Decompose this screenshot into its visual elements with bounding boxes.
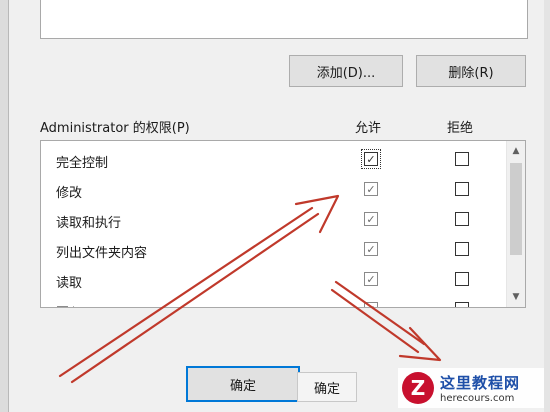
scroll-up-icon[interactable]: ▲ xyxy=(507,143,525,159)
permission-label: 读取 xyxy=(56,276,83,291)
permissions-header: Administrator 的权限(P) xyxy=(40,121,190,136)
allow-column-header: 允许 xyxy=(355,121,382,136)
allow-checkbox-read[interactable]: ✓ xyxy=(364,272,378,286)
add-button[interactable]: 添加(D)... xyxy=(289,55,403,87)
permission-row-modify: 修改 ✓ xyxy=(41,175,507,205)
permissions-scrollbar[interactable]: ▲ ▼ xyxy=(506,141,525,307)
dialog-right-frame xyxy=(544,0,550,412)
remove-button[interactable]: 删除(R) xyxy=(416,55,526,87)
check-icon: ✓ xyxy=(366,272,376,286)
allow-checkbox-write[interactable]: ✓ xyxy=(364,302,378,308)
deny-checkbox-modify[interactable] xyxy=(455,182,469,196)
deny-checkbox-write[interactable] xyxy=(455,302,469,307)
permission-row-full-control: 完全控制 ✓ xyxy=(41,145,507,175)
ok-button[interactable]: 确定 xyxy=(186,366,300,402)
permissions-list[interactable]: 完全控制 ✓ 修改 ✓ 读取和执行 ✓ 列出文件夹内容 ✓ 读取 ✓ 写入 ✓ … xyxy=(40,140,526,308)
deny-checkbox-read[interactable] xyxy=(455,272,469,286)
check-icon: ✓ xyxy=(366,152,376,166)
scroll-thumb[interactable] xyxy=(510,163,522,255)
scroll-down-icon[interactable]: ▼ xyxy=(507,289,525,305)
allow-checkbox-modify[interactable]: ✓ xyxy=(364,182,378,196)
deny-checkbox-full-control[interactable] xyxy=(455,152,469,166)
watermark-domain: herecours.com xyxy=(440,393,515,404)
watermark-logo-icon: Z xyxy=(402,372,434,404)
ok-button-duplicate[interactable]: 确定 xyxy=(297,372,357,402)
check-icon: ✓ xyxy=(366,242,376,256)
permission-label: 列出文件夹内容 xyxy=(56,246,148,261)
permission-row-list-folder: 列出文件夹内容 ✓ xyxy=(41,235,507,265)
check-icon: ✓ xyxy=(366,304,375,308)
deny-column-header: 拒绝 xyxy=(447,121,474,136)
arrow-head-ok xyxy=(398,326,442,362)
watermark-name: 这里教程网 xyxy=(440,374,521,392)
group-user-list[interactable] xyxy=(40,0,528,39)
permission-row-read: 读取 ✓ xyxy=(41,265,507,295)
permission-row-read-execute: 读取和执行 ✓ xyxy=(41,205,507,235)
permission-label: 完全控制 xyxy=(56,156,109,171)
permission-label: 修改 xyxy=(56,186,83,201)
dialog-left-frame xyxy=(0,0,9,412)
deny-checkbox-read-execute[interactable] xyxy=(455,212,469,226)
allow-checkbox-full-control[interactable]: ✓ xyxy=(361,149,381,169)
watermark: Z 这里教程网 herecours.com xyxy=(398,368,544,408)
check-icon: ✓ xyxy=(366,212,376,226)
permission-row-write: 写入 ✓ xyxy=(41,295,507,308)
watermark-text: 这里教程网 herecours.com xyxy=(440,372,520,404)
permission-label: 写入 xyxy=(56,302,82,307)
allow-checkbox-list-folder[interactable]: ✓ xyxy=(364,242,378,256)
allow-checkbox-read-execute[interactable]: ✓ xyxy=(364,212,378,226)
deny-checkbox-list-folder[interactable] xyxy=(455,242,469,256)
permission-label: 读取和执行 xyxy=(56,216,122,231)
check-icon: ✓ xyxy=(366,182,376,196)
